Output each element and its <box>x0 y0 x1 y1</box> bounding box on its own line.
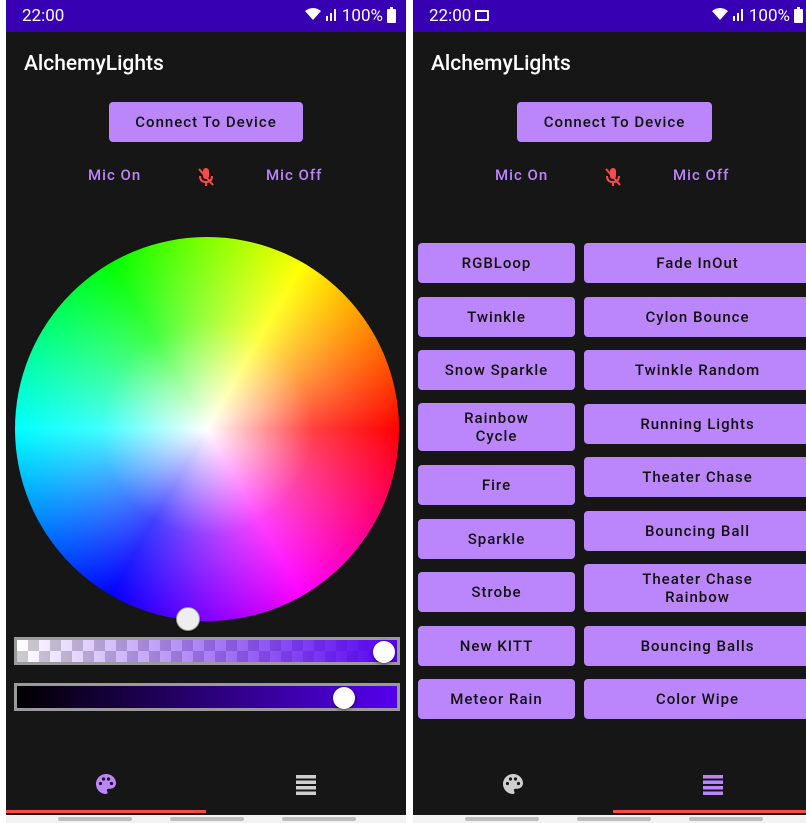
gesture-pill <box>282 817 356 821</box>
gesture-pill <box>170 817 244 821</box>
effects-grid: RGBLoop Twinkle Snow Sparkle Rainbow Cyc… <box>413 0 806 823</box>
gesture-pill <box>577 817 651 821</box>
tab-colors[interactable] <box>6 762 206 810</box>
app-title: AlchemyLights <box>24 52 164 76</box>
gesture-bar <box>6 815 406 823</box>
gesture-pill <box>689 817 763 821</box>
brightness-slider[interactable] <box>14 683 400 711</box>
effect-button-strobe[interactable]: Strobe <box>418 572 575 612</box>
tab-indicator <box>613 810 806 813</box>
effect-button-bouncing-ball[interactable]: Bouncing Ball <box>584 511 806 551</box>
status-bar: 22:00 100% <box>6 0 406 32</box>
effect-button-color-wipe[interactable]: Color Wipe <box>584 679 806 719</box>
battery-percent: 100% <box>341 6 383 26</box>
color-wheel[interactable] <box>15 237 399 621</box>
effect-button-snow-sparkle[interactable]: Snow Sparkle <box>418 350 575 390</box>
tab-indicator <box>6 810 206 813</box>
tab-colors[interactable] <box>413 762 613 810</box>
effects-screen: 22:00 100% AlchemyLights Connect To Devi… <box>413 0 806 823</box>
palette-icon <box>94 772 118 800</box>
opacity-slider-thumb[interactable] <box>373 641 395 663</box>
opacity-slider[interactable] <box>14 637 400 665</box>
mic-on-button[interactable]: Mic On <box>88 166 141 184</box>
menu-icon <box>294 772 318 800</box>
color-wheel-handle[interactable] <box>176 607 200 631</box>
effect-button-sparkle[interactable]: Sparkle <box>418 519 575 559</box>
effect-button-twinkle[interactable]: Twinkle <box>418 297 575 337</box>
effect-button-cylon-bounce[interactable]: Cylon Bounce <box>584 297 806 337</box>
tab-effects[interactable] <box>613 762 806 810</box>
effect-button-running-lights[interactable]: Running Lights <box>584 404 806 444</box>
effect-button-twinkle-random[interactable]: Twinkle Random <box>584 350 806 390</box>
effect-button-theater-chase[interactable]: Theater Chase <box>584 457 806 497</box>
brightness-slider-thumb[interactable] <box>333 687 355 709</box>
effect-button-rgbloop[interactable]: RGBLoop <box>418 243 575 283</box>
menu-icon <box>701 772 725 800</box>
connect-button[interactable]: Connect To Device <box>109 102 303 142</box>
status-icons: 100% <box>304 6 396 26</box>
tab-effects[interactable] <box>206 762 406 810</box>
effect-button-bouncing-balls[interactable]: Bouncing Balls <box>584 626 806 666</box>
effect-button-rainbow-cycle[interactable]: Rainbow Cycle <box>418 403 575 451</box>
bottom-tab-bar <box>413 762 806 813</box>
battery-icon <box>387 7 396 23</box>
gesture-pill <box>58 817 132 821</box>
palette-icon <box>501 772 525 800</box>
effect-button-new-kitt[interactable]: New KITT <box>418 626 575 666</box>
effect-button-theater-chase-rainbow[interactable]: Theater Chase Rainbow <box>584 564 806 612</box>
wifi-icon <box>304 7 322 25</box>
gesture-pill <box>465 817 539 821</box>
color-screen: 22:00 100% AlchemyLights Connect To Devi… <box>6 0 406 823</box>
mic-off-button[interactable]: Mic Off <box>266 166 322 184</box>
mic-off-icon <box>196 166 216 188</box>
bottom-tab-bar <box>6 762 406 813</box>
mic-row: Mic On Mic Off <box>6 166 406 188</box>
effect-button-meteor-rain[interactable]: Meteor Rain <box>418 679 575 719</box>
gesture-bar <box>413 815 806 823</box>
signal-icon <box>325 6 338 26</box>
status-time: 22:00 <box>22 6 65 26</box>
effect-button-fire[interactable]: Fire <box>418 465 575 505</box>
effect-button-fade-inout[interactable]: Fade InOut <box>584 243 806 283</box>
opacity-gradient <box>17 640 397 662</box>
